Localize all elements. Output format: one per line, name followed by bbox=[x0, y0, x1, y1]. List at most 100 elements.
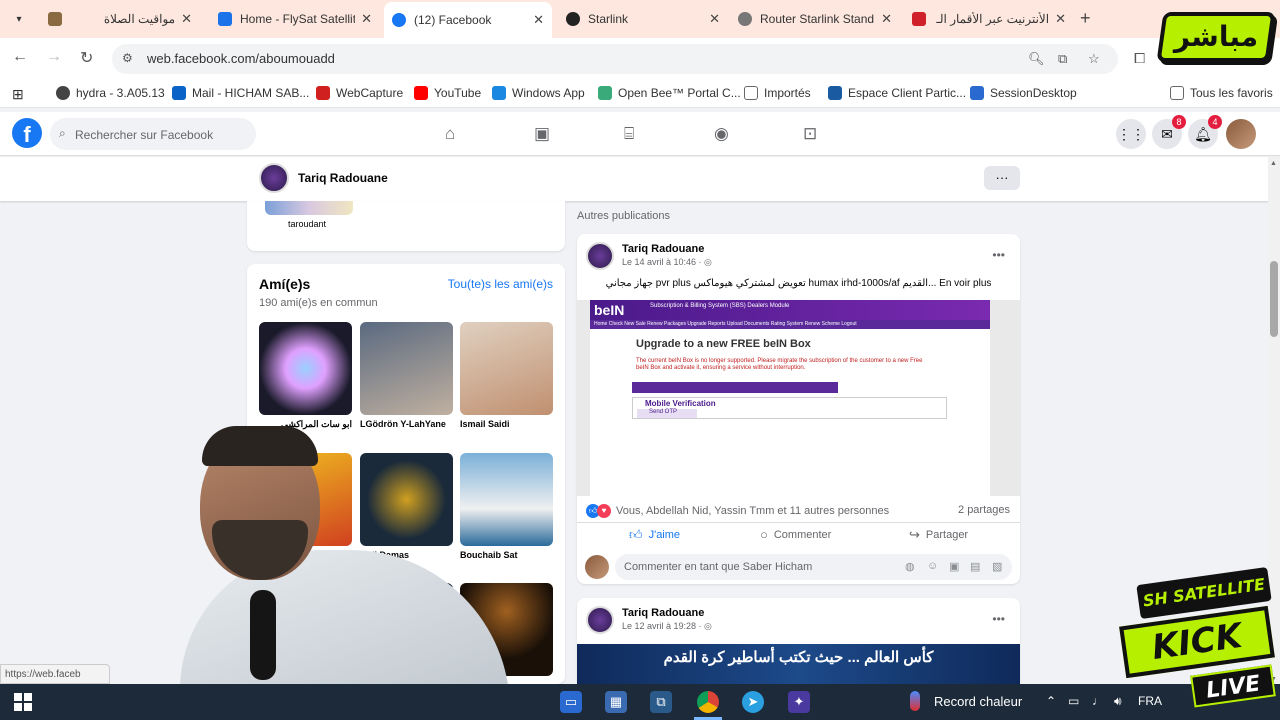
home-icon[interactable]: ⌂ bbox=[445, 124, 455, 144]
extension-icon[interactable]: ⧠ bbox=[1134, 50, 1145, 67]
post-author-name[interactable]: Tariq Radouane bbox=[622, 243, 704, 255]
bein-input-bar bbox=[632, 382, 838, 393]
bookmark-item[interactable]: Windows App bbox=[492, 86, 585, 100]
post-reactions[interactable]: 👍︎ ♥ Vous, Abdellah Nid, Yassin Tmm et 1… bbox=[586, 504, 889, 518]
post-more-icon[interactable]: ••• bbox=[992, 248, 1005, 262]
link-status-bubble: https://web.faceb bbox=[0, 664, 110, 684]
bookmark-item[interactable]: WebCapture bbox=[316, 86, 403, 100]
windows-start-icon[interactable] bbox=[14, 693, 32, 711]
close-icon[interactable]: ✕ bbox=[181, 11, 192, 27]
friend-tile[interactable]: LGödrön Y-LahYane bbox=[360, 322, 453, 429]
post-author-avatar[interactable] bbox=[586, 242, 614, 270]
groups-icon[interactable]: ◉ bbox=[714, 124, 729, 144]
address-bar[interactable]: ⚙ web.facebook.com/aboumouadd 🔍︎ ⧉ ☆ bbox=[112, 44, 1118, 74]
friend-tile[interactable]: ابو سات المراكشي bbox=[259, 322, 352, 430]
like-button[interactable]: 👍︎ J'aime bbox=[629, 527, 680, 543]
account-avatar[interactable] bbox=[1226, 119, 1256, 149]
browser-tab[interactable]: Router Starlink Stand ✕ bbox=[730, 6, 900, 32]
post-date[interactable]: Le 14 avril à 10:46 · ◎ bbox=[622, 257, 712, 268]
avatar-sticker-icon[interactable]: ◍ bbox=[905, 560, 915, 573]
profile-name[interactable]: Tariq Radouane bbox=[298, 171, 388, 185]
install-app-icon[interactable]: ⧉ bbox=[1058, 51, 1067, 67]
gaming-icon[interactable]: ⊡ bbox=[803, 124, 817, 144]
facebook-favicon-icon bbox=[392, 13, 406, 27]
site-info-icon[interactable]: ⚙ bbox=[122, 51, 133, 65]
new-tab-button[interactable]: + bbox=[1080, 8, 1091, 29]
facebook-logo-icon[interactable]: f bbox=[12, 118, 42, 148]
weather-widget[interactable]: Record chaleur bbox=[910, 691, 1022, 711]
close-icon[interactable]: ✕ bbox=[361, 11, 372, 27]
bookmark-item[interactable]: YouTube bbox=[414, 86, 481, 100]
video-icon[interactable]: ▣ bbox=[534, 124, 550, 144]
friend-tile[interactable]: Ismail Saidi bbox=[460, 322, 553, 429]
forward-arrow-icon[interactable]: → bbox=[46, 48, 62, 66]
notifications-bell-icon[interactable]: 🔔︎ 4 bbox=[1188, 115, 1222, 149]
post-image[interactable]: beIN Subscription & Billing System (SBS)… bbox=[577, 300, 1020, 496]
post-author-avatar[interactable] bbox=[586, 606, 614, 634]
back-arrow-icon[interactable]: ← bbox=[12, 48, 28, 66]
messenger-badge: 8 bbox=[1172, 115, 1186, 129]
bookmark-item[interactable]: Espace Client Partic... bbox=[828, 86, 966, 100]
emoji-icon[interactable]: ☺ bbox=[927, 560, 938, 572]
microphone-tray-icon[interactable]: ♩ bbox=[1092, 694, 1104, 708]
comment-button[interactable]: ○ Commenter bbox=[760, 527, 831, 542]
post-author-name[interactable]: Tariq Radouane bbox=[622, 607, 704, 619]
browser-tab[interactable]: Starlink ✕ bbox=[558, 6, 728, 32]
apps-grid-icon[interactable]: ⊞ bbox=[12, 86, 24, 103]
post-more-icon[interactable]: ••• bbox=[992, 612, 1005, 626]
chrome-icon[interactable] bbox=[697, 691, 719, 713]
comment-label: Commenter bbox=[773, 528, 832, 541]
friend-photo[interactable] bbox=[360, 322, 453, 415]
see-all-friends-link[interactable]: Tou(te)s les ami(e)s bbox=[448, 277, 553, 291]
telegram-icon[interactable]: ➤ bbox=[742, 691, 764, 713]
bookmark-item[interactable]: Mail - HICHAM SAB... bbox=[172, 86, 309, 100]
all-bookmarks-folder[interactable]: Tous les favoris bbox=[1170, 86, 1273, 100]
friend-photo[interactable] bbox=[460, 322, 553, 415]
profile-avatar[interactable] bbox=[259, 163, 289, 193]
facebook-search-input[interactable]: ⌕ Rechercher sur Facebook bbox=[50, 118, 256, 150]
zoom-icon[interactable]: 🔍︎ bbox=[1028, 51, 1045, 67]
menu-grid-icon[interactable]: ⋮⋮ bbox=[1116, 119, 1146, 149]
bookmark-item[interactable]: Open Bee™ Portal C... bbox=[598, 86, 741, 100]
chevron-up-icon[interactable]: ⌃ bbox=[1046, 694, 1056, 708]
camera-icon[interactable]: ▣ bbox=[949, 560, 959, 573]
network-tool-icon[interactable]: ⧉ bbox=[650, 691, 672, 713]
desktop-app-icon[interactable]: ▭ bbox=[560, 691, 582, 713]
post-actions: 👍︎ J'aime ○ Commenter ↪ Partager bbox=[577, 522, 1020, 548]
more-options-button[interactable]: ··· bbox=[984, 166, 1020, 190]
tab-favicon-icon bbox=[566, 12, 580, 26]
close-icon[interactable]: ✕ bbox=[1055, 11, 1066, 27]
close-icon[interactable]: ✕ bbox=[881, 11, 892, 27]
sticker-icon[interactable]: ▧ bbox=[992, 560, 1002, 573]
scrollbar-thumb[interactable] bbox=[1270, 261, 1278, 337]
network-icon[interactable]: ▭ bbox=[1068, 694, 1079, 708]
star-icon[interactable]: ☆ bbox=[1088, 51, 1100, 67]
comment-input[interactable]: Commenter en tant que Saber Hicham ◍ ☺ ▣… bbox=[615, 554, 1012, 580]
browser-tab[interactable]: Home - FlySat Satellit ✕ bbox=[210, 6, 380, 32]
satellite-app-icon[interactable]: ✦ bbox=[788, 691, 810, 713]
friend-photo[interactable] bbox=[259, 322, 352, 415]
close-icon[interactable]: ✕ bbox=[533, 12, 544, 28]
close-icon[interactable]: ✕ bbox=[709, 11, 720, 27]
bookmark-item[interactable]: SessionDesktop bbox=[970, 86, 1077, 100]
chevron-down-icon[interactable]: ▾ bbox=[8, 8, 30, 30]
scroll-up-arrow-icon[interactable]: ▲ bbox=[1270, 160, 1277, 167]
browser-tab[interactable]: مواقيت الصلاة ✕ bbox=[40, 6, 200, 32]
browser-tab-active[interactable]: (12) Facebook ✕ bbox=[384, 2, 552, 38]
browser-tab[interactable]: الأنترنيت عبر الأقمار الـ ✕ bbox=[904, 6, 1074, 32]
bookmark-label: WebCapture bbox=[336, 86, 404, 100]
calculator-icon[interactable]: ▦ bbox=[605, 691, 627, 713]
bookmark-folder[interactable]: Importés bbox=[744, 86, 811, 100]
bookmark-item[interactable]: hydra - 3.A05.13 bbox=[56, 86, 165, 100]
address-url[interactable]: web.facebook.com/aboumouadd bbox=[147, 51, 335, 66]
share-button[interactable]: ↪ Partager bbox=[909, 527, 968, 543]
post-shares[interactable]: 2 partages bbox=[958, 504, 1010, 516]
marketplace-icon[interactable]: ⌸ bbox=[624, 124, 634, 144]
post-image-banner[interactable]: كأس العالم ... حيث تكتب أساطير كرة القدم bbox=[577, 644, 1020, 688]
messenger-icon[interactable]: ✉ 8 bbox=[1152, 115, 1186, 149]
live-text: LIVE bbox=[1190, 664, 1276, 708]
gif-icon[interactable]: ▤ bbox=[970, 560, 980, 573]
photo-thumbnail[interactable] bbox=[265, 201, 353, 215]
post-date[interactable]: Le 12 avril à 19:28 · ◎ bbox=[622, 621, 712, 632]
reload-icon[interactable]: ↻ bbox=[80, 48, 93, 68]
